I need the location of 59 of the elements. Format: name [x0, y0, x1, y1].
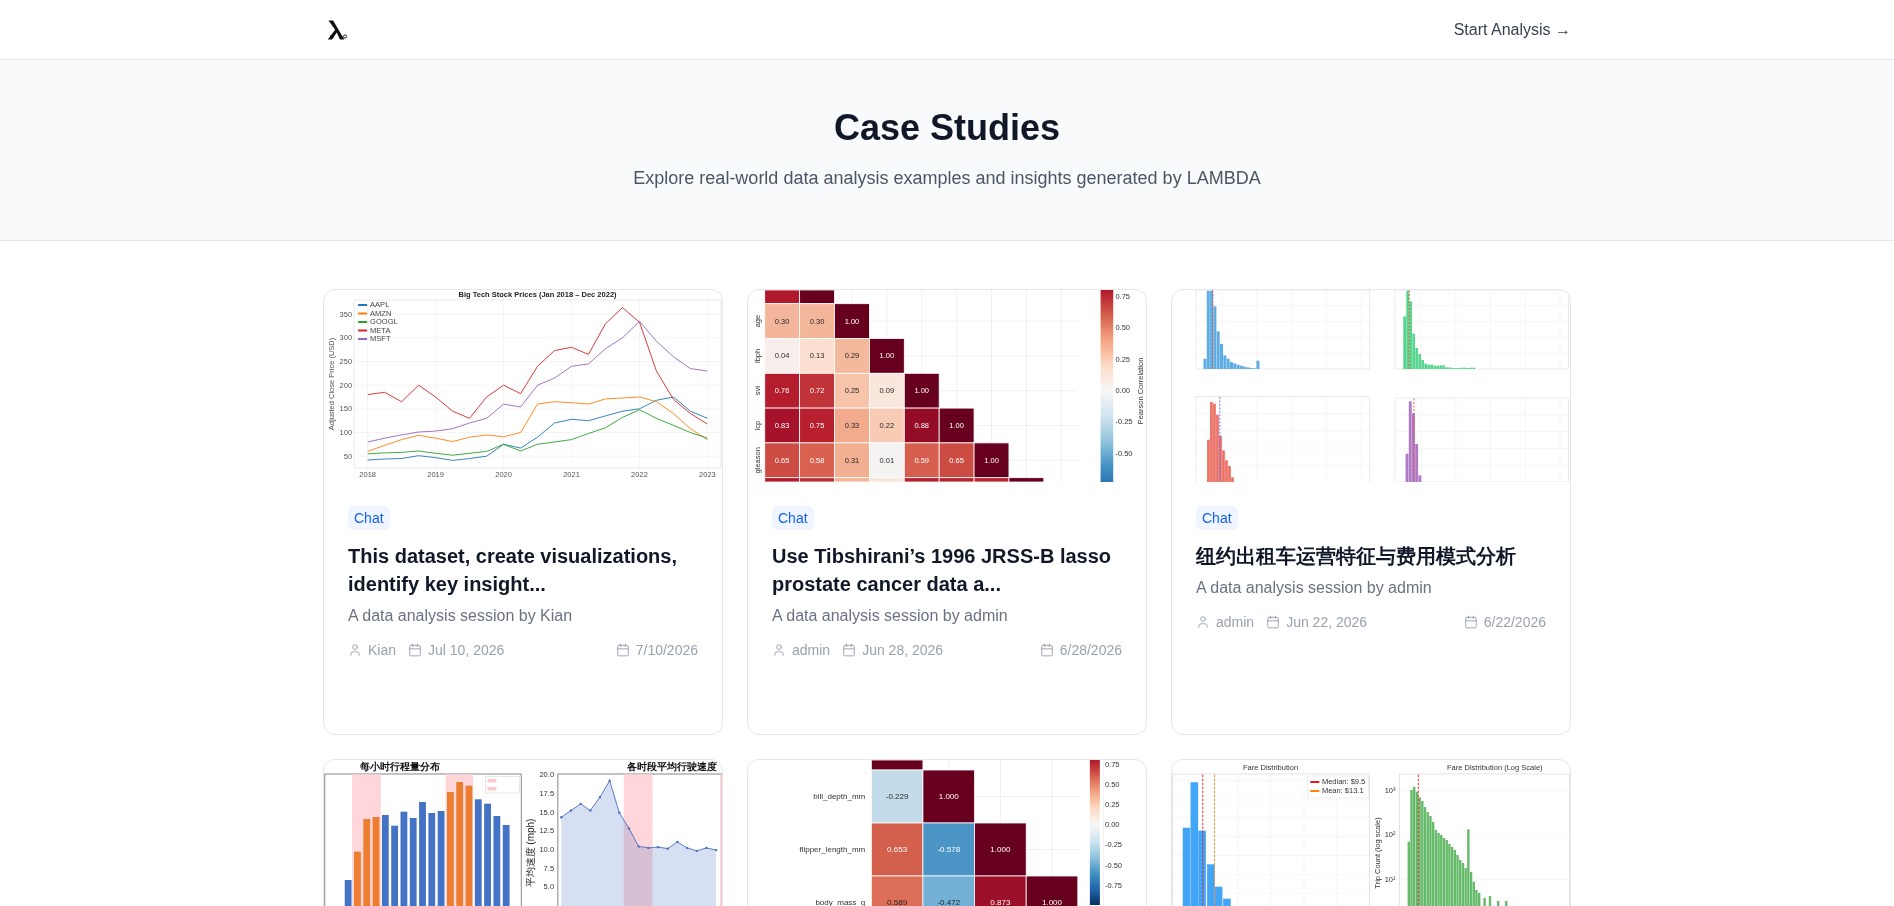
created-date: Jun 28, 2026 [862, 641, 944, 660]
user-icon [772, 643, 786, 657]
data-point [666, 847, 669, 850]
calendar-icon [1463, 615, 1478, 629]
legend-box [1307, 775, 1369, 799]
legend-swatch-icon [487, 787, 497, 791]
calendar-icon [615, 643, 630, 657]
case-study-card[interactable]: Chat 纽约出租车运营特征与费用模式分析 A data analysis session by admin admin Jun 22, 2026 6/22/2026 [1171, 289, 1571, 735]
author-name: admin [1216, 613, 1255, 632]
chat-badge: Chat [348, 506, 390, 530]
legend-swatch-icon [487, 779, 497, 783]
user-icon [1196, 615, 1210, 629]
data-point [676, 840, 679, 844]
data-point [685, 846, 689, 850]
updated-date: 7/10/2026 [635, 641, 698, 660]
updated-date: 6/28/2026 [1059, 641, 1122, 660]
page-title: Case Studies [832, 108, 1062, 148]
created-date: Jul 10, 2026 [428, 641, 505, 660]
data-point [589, 809, 592, 812]
data-point [618, 811, 621, 814]
histogram-bar [1483, 898, 1486, 906]
data-point [569, 809, 573, 812]
start-analysis-link[interactable]: Start Analysis → [1453, 17, 1571, 42]
card-subtitle: A data analysis session by Kian [348, 606, 574, 626]
data-point [579, 802, 582, 806]
chart-title: 各时段平均行驶速度 [626, 761, 717, 773]
card-title[interactable]: 纽约出租车运营特征与费用模式分析 [1196, 542, 1546, 570]
data-point [656, 845, 660, 849]
histogram-bar [1505, 901, 1508, 906]
case-study-card[interactable] [747, 289, 1147, 735]
data-point [598, 795, 602, 799]
chart-title: 每小时行程量分布 [360, 761, 441, 773]
card-title[interactable]: Use Tibshirani’s 1996 JRSS-B lasso prostate cancer data a... [772, 542, 1122, 598]
author-name: admin [792, 641, 831, 660]
data-point [637, 845, 640, 848]
histogram-bar [1496, 901, 1500, 906]
updated-date: 6/22/2026 [1483, 613, 1546, 632]
histogram-bar [1488, 896, 1492, 906]
author-name: Kian [368, 641, 397, 660]
calendar-icon [1266, 615, 1281, 629]
data-point [705, 846, 708, 850]
chat-badge: Chat [1196, 506, 1238, 530]
card-subtitle: A data analysis session by admin [1196, 578, 1433, 598]
data-point [627, 827, 631, 830]
calendar-icon [408, 643, 423, 657]
calendar-icon [842, 643, 857, 657]
data-point [714, 848, 718, 852]
hourly-bar [354, 851, 361, 906]
axis-label: 平均速度 (mph) [524, 818, 536, 888]
card-subtitle: A data analysis session by admin [772, 606, 1009, 626]
chat-badge: Chat [772, 506, 814, 530]
page-subtitle: Explore real-world data analysis examples and insights generated by LAMBDA [632, 167, 1262, 190]
user-icon [348, 643, 362, 657]
card-title[interactable]: This dataset, create visualizations, identify key insight... [348, 542, 698, 598]
calendar-icon [1039, 643, 1054, 657]
data-point [560, 816, 563, 819]
data-point [695, 849, 698, 853]
created-date: Jun 22, 2026 [1286, 613, 1368, 632]
data-point [608, 779, 611, 782]
